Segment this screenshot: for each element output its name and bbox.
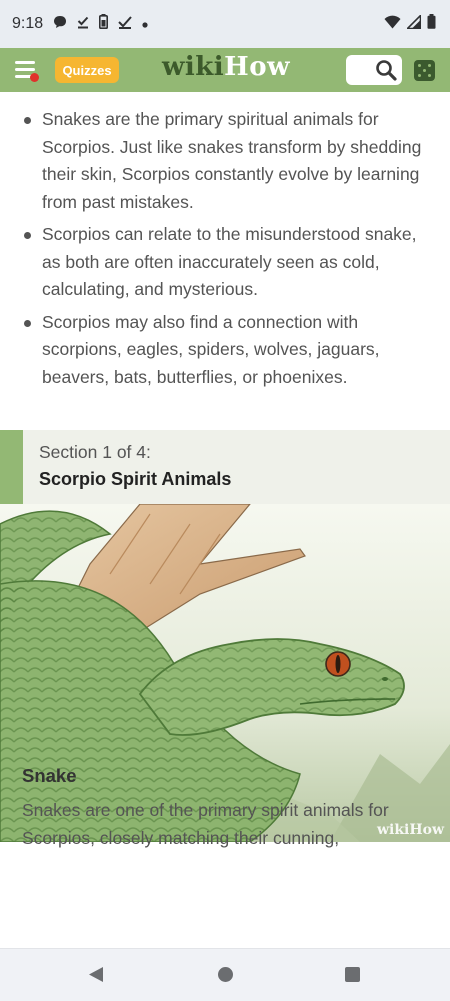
logo-wiki-text: wiki [162, 52, 225, 82]
battery-icon [427, 14, 436, 34]
section-number: Section 1 of 4: [39, 442, 151, 462]
wifi-icon [384, 15, 401, 34]
status-time: 9:18 [12, 15, 44, 32]
check-icon [118, 15, 132, 34]
list-item: Snakes are the primary spiritual animals… [22, 106, 432, 216]
search-button[interactable] [346, 55, 402, 85]
section-title: Scorpio Spirit Animals [39, 469, 232, 489]
logo-how-text: How [224, 52, 290, 82]
status-bar: 9:18 [0, 0, 450, 48]
back-icon[interactable] [88, 966, 104, 988]
recents-icon[interactable] [345, 967, 360, 982]
step-title: Snake [22, 765, 77, 786]
quizzes-button[interactable]: Quizzes [55, 57, 119, 83]
section-header: Section 1 of 4: Scorpio Spirit Animals [0, 430, 450, 504]
dot-icon [142, 15, 148, 33]
search-icon [376, 60, 397, 81]
dice-icon[interactable] [414, 60, 435, 81]
list-item: Scorpios may also find a connection with… [22, 309, 432, 392]
notification-dot [30, 73, 39, 82]
app-bar: Quizzes wikiHow [0, 48, 450, 92]
section-stripe [0, 430, 23, 504]
battery-saver-icon [99, 14, 109, 34]
download-done-icon [77, 15, 89, 34]
list-item: Scorpios can relate to the misunderstood… [22, 221, 432, 304]
signal-icon [405, 13, 422, 34]
navigation-bar [0, 948, 450, 1001]
wikihow-logo[interactable]: wikiHow [162, 52, 290, 82]
snake-illustration[interactable]: wikiHow [0, 504, 450, 842]
home-icon[interactable] [218, 967, 233, 982]
bullet-list: Snakes are the primary spiritual animals… [22, 106, 432, 396]
message-icon [53, 15, 67, 34]
step-text: Snakes are one of the primary spirit ani… [22, 800, 389, 848]
